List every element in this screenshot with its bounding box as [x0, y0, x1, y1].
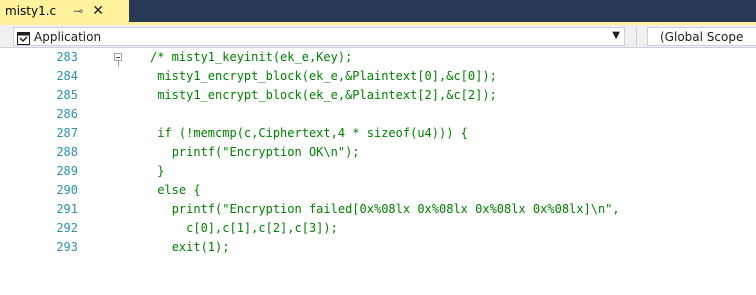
line-number: 287 — [56, 126, 78, 140]
code-text: c[0],c[1],c[2],c[3]); — [150, 219, 338, 238]
code-text: /* misty1_keyinit(ek_e,Key); — [150, 48, 352, 67]
project-scope-value: Application — [34, 29, 102, 44]
code-text: printf("Encryption failed[0x%08lx 0x%08l… — [150, 200, 620, 219]
code-line[interactable]: 288 printf("Encryption OK\n"); — [0, 143, 756, 162]
global-scope-dropdown[interactable]: (Global Scope — [647, 27, 756, 46]
line-number: 291 — [56, 202, 78, 216]
line-number: 286 — [56, 107, 78, 121]
navigation-bar: Application ▼ (Global Scope — [0, 25, 756, 48]
code-line[interactable]: 292 c[0],c[1],c[2],c[3]); — [0, 219, 756, 238]
application-icon — [17, 30, 30, 45]
chevron-down-icon[interactable]: ▼ — [612, 30, 620, 41]
code-line[interactable]: 283 /* misty1_keyinit(ek_e,Key); — [0, 48, 756, 67]
navbar-divider — [636, 27, 637, 46]
collapse-icon[interactable] — [114, 53, 122, 61]
code-editor[interactable]: 283 /* misty1_keyinit(ek_e,Key); 284 misty… — [0, 48, 756, 295]
line-number: 289 — [56, 164, 78, 178]
line-number: 285 — [56, 88, 78, 102]
code-line[interactable]: 285 misty1_encrypt_block(ek_e,&Plaintext… — [0, 86, 756, 105]
code-line[interactable]: 293 exit(1); — [0, 238, 756, 257]
code-token: /* misty1_keyinit(ek_e,Key); — [150, 50, 353, 64]
code-text: misty1_encrypt_block(ek_e,&Plaintext[0],… — [150, 67, 497, 86]
code-token: c[0],c[1],c[2],c[3]); — [186, 221, 338, 235]
code-text: } — [150, 162, 164, 181]
tab-misty1-c[interactable]: misty1.c ⊸ ✕ — [0, 0, 129, 22]
global-scope-value: (Global Scope — [660, 29, 744, 44]
code-line[interactable]: 286 — [0, 105, 756, 124]
code-token: } — [157, 164, 165, 178]
line-number: 293 — [56, 240, 78, 254]
line-number: 288 — [56, 145, 78, 159]
code-token: misty1_encrypt_block(ek_e,&Plaintext[2],… — [157, 88, 497, 102]
project-scope-dropdown[interactable]: Application ▼ — [13, 27, 625, 46]
pin-icon[interactable]: ⊸ — [73, 5, 83, 17]
code-line[interactable]: 284 misty1_encrypt_block(ek_e,&Plaintext… — [0, 67, 756, 86]
line-number: 283 — [56, 50, 78, 64]
code-token: if (!memcmp(c,Ciphertext,4 * sizeof(u4))… — [157, 126, 468, 140]
code-token: printf("Encryption failed[0x%08lx 0x%08l… — [171, 202, 620, 216]
code-text: exit(1); — [150, 238, 230, 257]
document-tab-strip: misty1.c ⊸ ✕ — [0, 0, 756, 22]
code-text: misty1_encrypt_block(ek_e,&Plaintext[2],… — [150, 86, 497, 105]
code-text: printf("Encryption OK\n"); — [150, 143, 360, 162]
line-number: 290 — [56, 183, 78, 197]
line-number: 284 — [56, 69, 78, 83]
code-line[interactable]: 291 printf("Encryption failed[0x%08lx 0x… — [0, 200, 756, 219]
code-token: printf("Encryption OK\n"); — [171, 145, 360, 159]
code-token: exit(1); — [171, 240, 230, 254]
code-text: if (!memcmp(c,Ciphertext,4 * sizeof(u4))… — [150, 124, 468, 143]
line-number: 292 — [56, 221, 78, 235]
code-line[interactable]: 289 } — [0, 162, 756, 181]
code-token: misty1_encrypt_block(ek_e,&Plaintext[0],… — [157, 69, 497, 83]
code-line[interactable]: 290 else { — [0, 181, 756, 200]
tab-filename: misty1.c — [5, 4, 57, 18]
code-token: else { — [157, 183, 201, 197]
close-icon[interactable]: ✕ — [92, 4, 104, 18]
code-text: else { — [150, 181, 201, 200]
code-line[interactable]: 287 if (!memcmp(c,Ciphertext,4 * sizeof(… — [0, 124, 756, 143]
